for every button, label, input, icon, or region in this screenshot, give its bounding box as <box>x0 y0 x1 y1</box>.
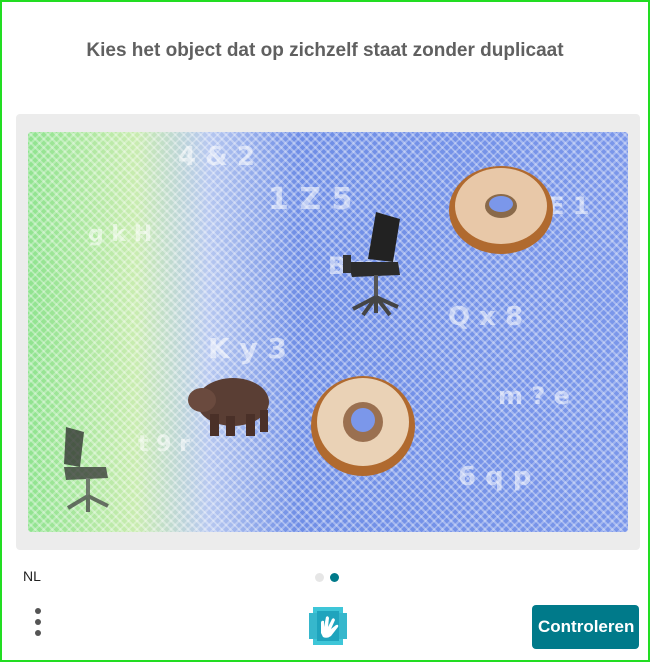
page-indicator <box>315 569 341 587</box>
office-chair-object[interactable] <box>56 422 121 517</box>
language-selector[interactable]: NL <box>23 568 41 584</box>
donut-object[interactable] <box>446 162 556 257</box>
donut-object[interactable] <box>308 370 418 480</box>
office-chair-object[interactable] <box>338 207 413 317</box>
hippo-object[interactable] <box>188 370 278 440</box>
verify-button[interactable]: Controleren <box>532 605 639 649</box>
hcaptcha-logo-icon <box>309 607 347 645</box>
page-dot-active <box>330 573 340 582</box>
captcha-frame: Kies het object dat op zichzelf staat zo… <box>0 0 650 662</box>
challenge-prompt: Kies het object dat op zichzelf staat zo… <box>86 40 564 61</box>
more-options-icon[interactable] <box>32 608 44 642</box>
page-dot <box>315 573 324 582</box>
challenge-image[interactable]: 4 & 2 1 Z 5 g k H B u 7 Q x 8 K y 3 m ? … <box>28 132 628 532</box>
challenge-image-panel: 4 & 2 1 Z 5 g k H B u 7 Q x 8 K y 3 m ? … <box>16 114 640 550</box>
